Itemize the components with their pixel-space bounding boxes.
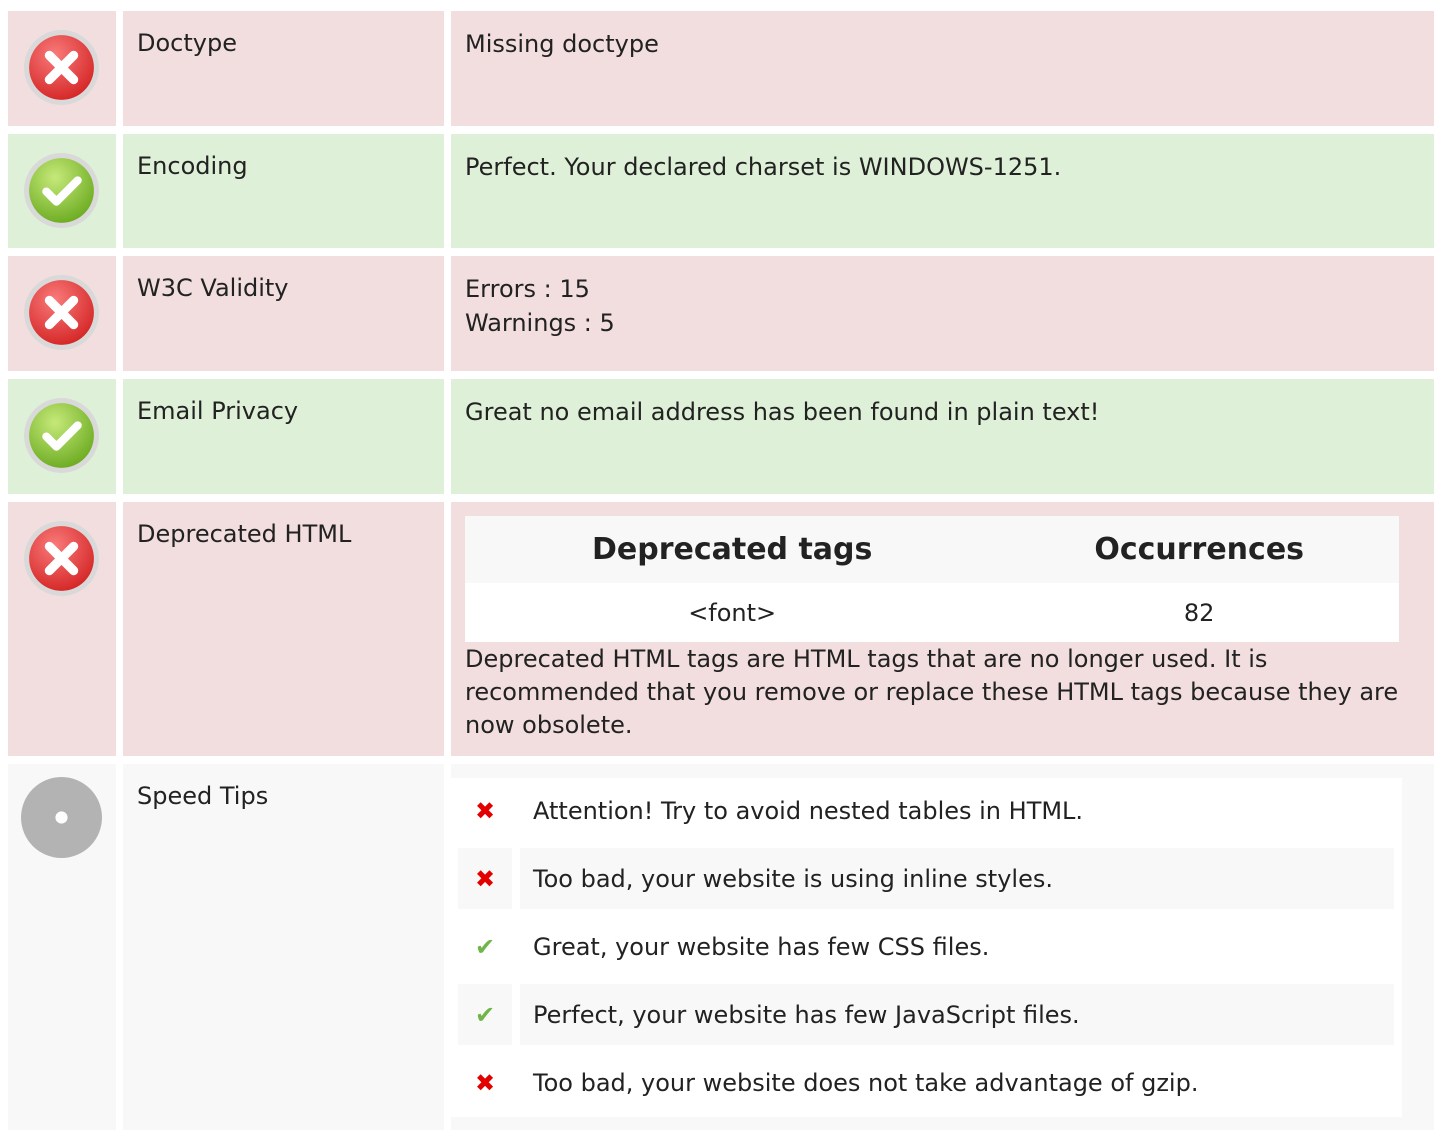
tip-text: Too bad, your website does not take adva… <box>533 1068 1199 1097</box>
error-x-icon <box>24 275 99 350</box>
cross-icon: ✖ <box>474 796 496 825</box>
table-row: <font> 82 <box>465 583 1399 642</box>
row-value: Deprecated tags Occurrences <font> 82 De… <box>451 502 1434 756</box>
error-x-icon <box>24 30 99 105</box>
status-cell <box>8 134 116 248</box>
deprecated-tag: <font> <box>465 583 1000 642</box>
status-cell <box>8 11 116 126</box>
cross-icon: ✖ <box>474 1068 496 1097</box>
result-row-email-privacy: Email Privacy Great no email address has… <box>0 379 1434 494</box>
row-label: W3C Validity <box>123 256 444 371</box>
success-check-icon <box>24 153 99 228</box>
status-cell <box>8 502 116 756</box>
w3c-errors: Errors : 15 <box>465 275 590 303</box>
list-item: ✖ Too bad, your website does not take ad… <box>458 1052 1394 1113</box>
tip-text: Perfect, your website has few JavaScript… <box>520 984 1394 1045</box>
neutral-dot-icon <box>21 777 102 858</box>
row-label: Email Privacy <box>123 379 444 494</box>
row-label: Encoding <box>123 134 444 248</box>
status-cell <box>8 379 116 494</box>
row-value: Errors : 15 Warnings : 5 <box>451 256 1434 371</box>
list-item: ✖ Attention! Try to avoid nested tables … <box>458 780 1394 841</box>
tip-text: Great, your website has few CSS files. <box>533 932 990 961</box>
error-x-icon <box>24 521 99 596</box>
w3c-warnings: Warnings : 5 <box>465 309 615 337</box>
table-header-row: Deprecated tags Occurrences <box>465 516 1399 583</box>
result-row-deprecated-html: Deprecated HTML Deprecated tags Occurren… <box>0 502 1434 756</box>
result-row-encoding: Encoding Perfect. Your declared charset … <box>0 134 1434 248</box>
success-check-icon <box>24 398 99 473</box>
deprecated-count: 82 <box>999 583 1399 642</box>
row-value: Missing doctype <box>451 11 1434 126</box>
row-label: Speed Tips <box>123 764 444 1130</box>
column-header-occurrences: Occurrences <box>999 516 1399 583</box>
check-icon: ✔ <box>474 932 496 961</box>
list-item: ✔ Great, your website has few CSS files. <box>458 916 1394 977</box>
list-item: ✔ Perfect, your website has few JavaScri… <box>458 984 1394 1045</box>
row-value: Great no email address has been found in… <box>451 379 1434 494</box>
row-label: Doctype <box>123 11 444 126</box>
cross-icon: ✖ <box>458 848 512 909</box>
status-cell <box>8 256 116 371</box>
result-row-speed-tips: Speed Tips ✖ Attention! Try to avoid nes… <box>0 764 1434 1130</box>
status-cell <box>8 764 116 1130</box>
row-value: Perfect. Your declared charset is WINDOW… <box>451 134 1434 248</box>
deprecated-note: Deprecated HTML tags are HTML tags that … <box>465 645 1399 739</box>
tip-text: Too bad, your website is using inline st… <box>520 848 1394 909</box>
seo-results-list: Doctype Missing doctype Encoding Perfect… <box>0 0 1434 1130</box>
check-icon: ✔ <box>458 984 512 1045</box>
result-row-doctype: Doctype Missing doctype <box>0 11 1434 126</box>
result-row-w3c-validity: W3C Validity Errors : 15 Warnings : 5 <box>0 256 1434 371</box>
list-item: ✖ Too bad, your website is using inline … <box>458 848 1394 909</box>
tip-text: Attention! Try to avoid nested tables in… <box>533 796 1084 825</box>
row-label: Deprecated HTML <box>123 502 444 756</box>
row-value: ✖ Attention! Try to avoid nested tables … <box>451 764 1434 1130</box>
deprecated-tags-table: Deprecated tags Occurrences <font> 82 <box>465 516 1399 642</box>
speed-tips-list: ✖ Attention! Try to avoid nested tables … <box>451 778 1402 1117</box>
column-header-tags: Deprecated tags <box>465 516 1000 583</box>
